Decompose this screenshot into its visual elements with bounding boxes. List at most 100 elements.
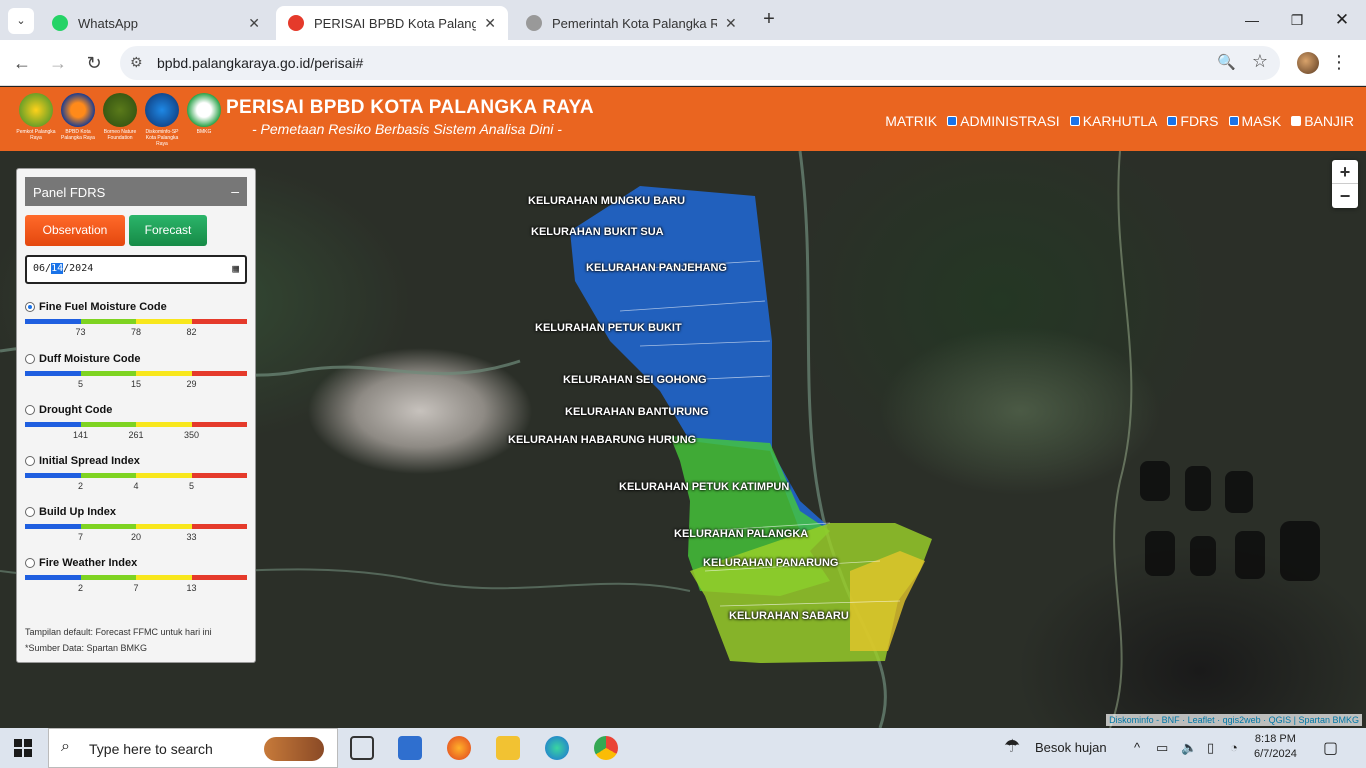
calendar-icon[interactable]: ▦ (232, 262, 239, 275)
radio-button[interactable] (25, 507, 35, 517)
zoom-out-button[interactable]: − (1332, 184, 1358, 208)
site-subtitle: - Pemetaan Resiko Berbasis Sistem Analis… (252, 121, 562, 137)
back-icon[interactable]: ← (9, 50, 35, 76)
checkbox-icon[interactable] (1167, 116, 1178, 126)
close-window-icon[interactable]: ✕ (1322, 8, 1362, 32)
battery-icon[interactable]: ▯ (1207, 740, 1214, 756)
bookmark-star-icon[interactable]: ☆ (1252, 51, 1268, 72)
close-tab-icon[interactable]: ✕ (484, 15, 496, 32)
radio-button[interactable] (25, 302, 35, 312)
notification-icon[interactable]: ▢ (1323, 738, 1338, 758)
taskbar-clock[interactable]: 8:18 PM 6/7/2024 (1254, 732, 1297, 762)
panel-minimize-button[interactable]: – (231, 183, 239, 199)
index-label: Build Up Index (39, 506, 116, 518)
panel-title: Panel FDRS (33, 185, 106, 200)
scale-tick-label: 13 (186, 583, 197, 593)
keyboard-icon[interactable]: ▭ (1156, 740, 1168, 756)
scale-ticks: 2 4 5 (25, 478, 247, 491)
checkbox-icon[interactable] (1069, 116, 1080, 126)
taskbar-search[interactable]: ⌕ Type here to search (48, 728, 338, 768)
nav-administrasi[interactable]: ADMINISTRASI (947, 113, 1060, 129)
radio-button[interactable] (25, 456, 35, 466)
region-label-panarung[interactable]: KELURAHAN PANARUNG (703, 557, 838, 569)
region-label-mungku-baru[interactable]: KELURAHAN MUNGKU BARU (528, 195, 685, 207)
nav-label: FDRS (1180, 113, 1219, 129)
new-tab-icon[interactable]: + (758, 8, 780, 30)
index-name-row[interactable]: Fine Fuel Moisture Code (25, 301, 247, 313)
radio-button[interactable] (25, 405, 35, 415)
browser-menu-icon[interactable]: ⋮ (1330, 52, 1348, 73)
mail-icon[interactable] (398, 736, 422, 760)
index-name-row[interactable]: Build Up Index (25, 506, 247, 518)
nav-fdrs[interactable]: FDRS (1167, 113, 1219, 129)
index-name-row[interactable]: Initial Spread Index (25, 455, 247, 467)
nav-karhutla[interactable]: KARHUTLA (1069, 113, 1157, 129)
partner-logos: Pemkot Palangka Raya BPBD Kota Palangka … (16, 93, 222, 147)
file-explorer-icon[interactable] (496, 736, 520, 760)
observation-button[interactable]: Observation (25, 215, 125, 246)
region-label-sabaru[interactable]: KELURAHAN SABARU (729, 610, 849, 622)
windows-taskbar: ⌕ Type here to search ☂ Besok hujan ^ ▭ … (0, 728, 1366, 768)
date-month[interactable]: 06 (33, 263, 45, 274)
forecast-button[interactable]: Forecast (129, 215, 207, 246)
region-label-bukit-sua[interactable]: KELURAHAN BUKIT SUA (531, 226, 664, 238)
region-label-banturung[interactable]: KELURAHAN BANTURUNG (565, 406, 709, 418)
weather-text[interactable]: Besok hujan (1035, 740, 1107, 755)
globe-icon (526, 15, 542, 31)
fdrs-index-item[interactable]: Drought Code 141 261 350 (25, 404, 247, 440)
region-label-sei-gohong[interactable]: KELURAHAN SEI GOHONG (563, 374, 707, 386)
region-label-palangka[interactable]: KELURAHAN PALANGKA (674, 528, 808, 540)
windows-start-icon[interactable] (14, 739, 32, 757)
tab-search-icon[interactable]: ⌄ (8, 8, 34, 34)
region-label-petuk-bukit[interactable]: KELURAHAN PETUK BUKIT (535, 322, 682, 334)
date-input[interactable]: 06/14/2024 ▦ (25, 255, 247, 284)
radio-button[interactable] (25, 558, 35, 568)
url-text[interactable]: bpbd.palangkaraya.go.id/perisai# (157, 55, 363, 71)
restore-window-icon[interactable]: ❐ (1277, 8, 1317, 32)
close-tab-icon[interactable]: ✕ (248, 15, 260, 32)
firefox-icon[interactable] (447, 736, 471, 760)
fdrs-index-item[interactable]: Build Up Index 7 20 33 (25, 506, 247, 542)
radio-button[interactable] (25, 354, 35, 364)
search-placeholder[interactable]: Type here to search (89, 741, 213, 757)
index-name-row[interactable]: Fire Weather Index (25, 557, 247, 569)
zoom-in-button[interactable]: + (1332, 160, 1358, 184)
nav-banjir[interactable]: BANJIR (1291, 113, 1354, 129)
region-label-petuk-katimpun[interactable]: KELURAHAN PETUK KATIMPUN (619, 481, 789, 493)
scale-tick-label: 4 (133, 481, 139, 491)
chevron-up-icon[interactable]: ^ (1134, 740, 1140, 755)
tab-pemerintah[interactable]: Pemerintah Kota Palangka Raya ✕ (514, 6, 750, 40)
forward-icon[interactable]: → (45, 50, 71, 76)
region-label-habarung-hurung[interactable]: KELURAHAN HABARUNG HURUNG (508, 434, 696, 446)
volume-mute-icon[interactable]: 🔈 (1181, 740, 1197, 756)
edge-icon[interactable] (545, 736, 569, 760)
index-name-row[interactable]: Drought Code (25, 404, 247, 416)
index-name-row[interactable]: Duff Moisture Code (25, 353, 247, 365)
date-year[interactable]: 2024 (69, 263, 93, 274)
fdrs-index-item[interactable]: Fire Weather Index 2 7 13 (25, 557, 247, 593)
task-view-icon[interactable] (350, 736, 374, 760)
fdrs-index-item[interactable]: Duff Moisture Code 5 15 29 (25, 353, 247, 389)
address-bar[interactable]: ⚙ bpbd.palangkaraya.go.id/perisai# 🔍 ☆ (120, 46, 1280, 80)
scale-tick-label: 5 (188, 481, 195, 491)
tab-perisai[interactable]: PERISAI BPBD Kota Palangka Ra ✕ (276, 6, 508, 40)
fdrs-index-item[interactable]: Initial Spread Index 2 4 5 (25, 455, 247, 491)
close-tab-icon[interactable]: ✕ (725, 15, 737, 32)
date-day[interactable]: 14 (51, 263, 64, 274)
nav-matrik[interactable]: MATRIK (885, 113, 937, 129)
checkbox-icon[interactable] (1291, 116, 1302, 126)
tab-whatsapp[interactable]: WhatsApp ✕ (40, 6, 272, 40)
map-attribution[interactable]: Diskominfo - BNF · Leaflet · qgis2web · … (1106, 714, 1362, 726)
chrome-icon[interactable] (594, 736, 618, 760)
minimize-window-icon[interactable]: — (1232, 8, 1272, 32)
profile-avatar[interactable] (1297, 52, 1319, 74)
checkbox-icon[interactable] (1228, 116, 1239, 126)
wifi-icon[interactable]: ◔ (1230, 740, 1238, 755)
fdrs-index-item[interactable]: Fine Fuel Moisture Code 73 78 82 (25, 301, 247, 337)
reload-icon[interactable]: ↻ (81, 50, 107, 76)
zoom-icon[interactable]: 🔍 (1217, 53, 1236, 71)
site-info-icon[interactable]: ⚙ (130, 54, 143, 71)
nav-mask[interactable]: MASK (1228, 113, 1281, 129)
checkbox-icon[interactable] (947, 116, 958, 126)
region-label-panjehang[interactable]: KELURAHAN PANJEHANG (586, 262, 727, 274)
